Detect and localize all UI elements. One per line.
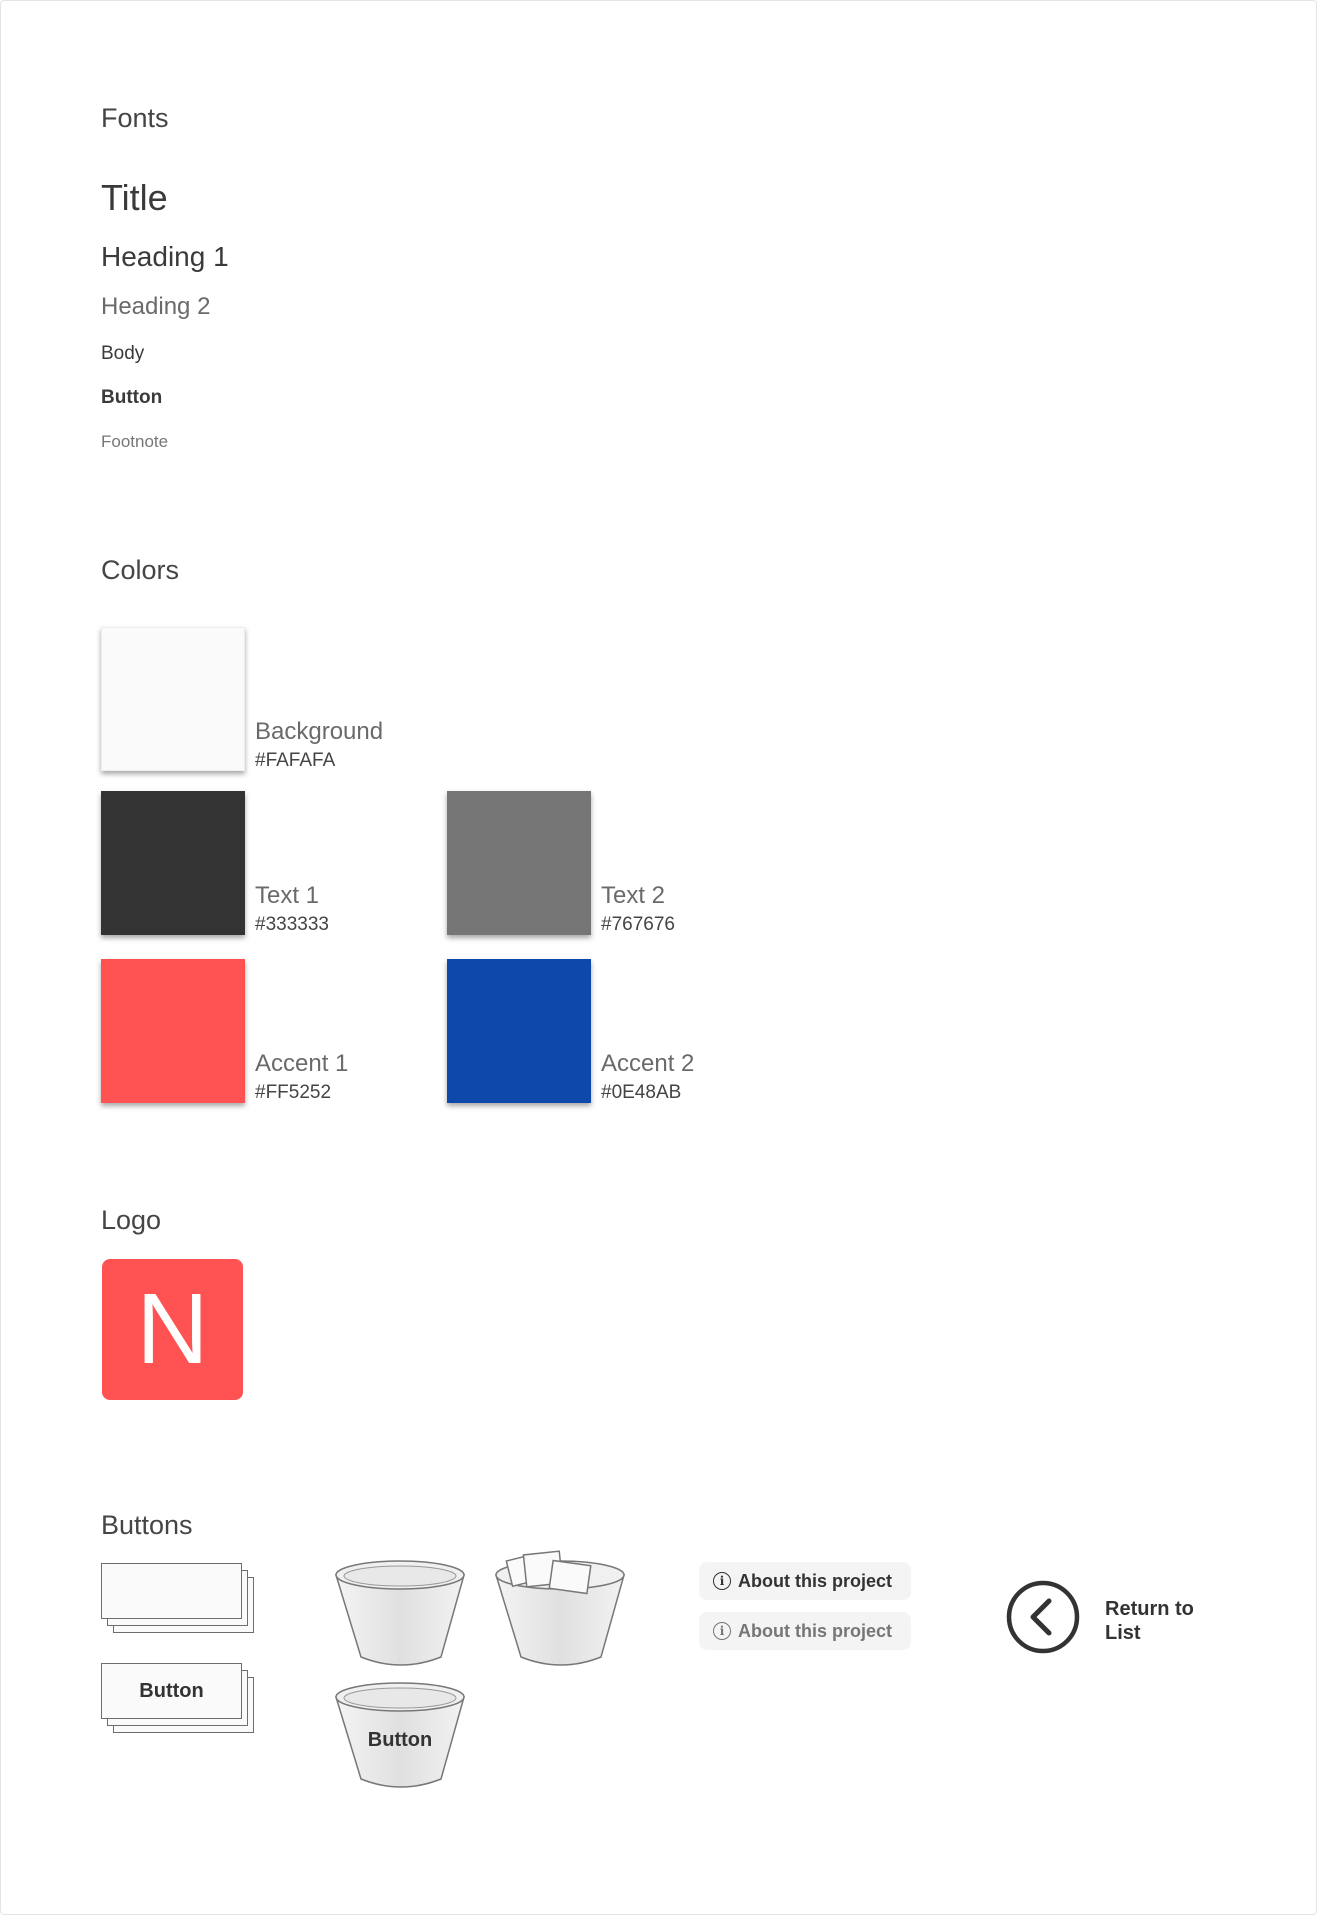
swatch-text2-name: Text 2 (601, 882, 666, 909)
stacked-button-empty[interactable] (101, 1563, 257, 1633)
font-sample-body: Body (101, 343, 145, 364)
stacked-button-label: Button (139, 1679, 204, 1702)
about-project-button-inactive[interactable]: i About this project (699, 1612, 911, 1650)
bucket-button-label: Button (367, 1728, 433, 1751)
font-sample-heading1: Heading 1 (101, 241, 229, 272)
swatch-accent1-hex: #FF5252 (255, 1082, 332, 1103)
font-sample-title: Title (101, 177, 168, 218)
back-arrow-icon (1006, 1580, 1080, 1654)
return-to-list-button[interactable]: Return to List (1005, 1579, 1205, 1655)
bucket-icon[interactable] (333, 1559, 469, 1673)
font-sample-footnote: Footnote (101, 432, 169, 451)
stack-card-front (101, 1563, 242, 1619)
swatch-background-name: Background (255, 718, 384, 745)
bucket-button[interactable]: Button (333, 1681, 469, 1795)
swatch-accent2-hex: #0E48AB (601, 1082, 682, 1103)
info-icon: i (713, 1622, 731, 1640)
buttons-section-title: Buttons (101, 1510, 193, 1540)
logo-section-title: Logo (101, 1205, 162, 1235)
fonts-section-title: Fonts (101, 103, 169, 133)
about-project-label-inactive: About this project (738, 1620, 892, 1641)
swatch-text1-hex: #333333 (255, 914, 329, 935)
swatch-text1 (101, 791, 245, 935)
brand-logo: N (102, 1259, 243, 1400)
bucket-full-icon[interactable] (493, 1549, 629, 1673)
swatch-accent1-name: Accent 1 (255, 1050, 349, 1077)
stacked-button[interactable]: Button (101, 1663, 257, 1733)
font-sample-heading2: Heading 2 (101, 293, 211, 320)
info-icon: i (713, 1572, 731, 1590)
swatch-text2-hex: #767676 (601, 914, 675, 935)
return-label-line2: List (1105, 1622, 1141, 1644)
swatch-accent2-name: Accent 2 (601, 1050, 695, 1077)
swatch-text1-name: Text 1 (255, 882, 320, 909)
about-project-label: About this project (738, 1570, 892, 1591)
style-guide-canvas: Fonts Title Heading 1 Heading 2 Body But… (0, 0, 1317, 1915)
about-project-button[interactable]: i About this project (699, 1562, 911, 1600)
swatch-accent1 (101, 959, 245, 1103)
colors-section-title: Colors (101, 555, 180, 585)
swatch-accent2 (447, 959, 591, 1103)
logo-letter: N (136, 1273, 209, 1385)
return-label-line1: Return to (1105, 1598, 1194, 1620)
swatch-text2 (447, 791, 591, 935)
swatch-background-hex: #FAFAFA (255, 750, 336, 771)
swatch-background (101, 627, 245, 771)
font-sample-button: Button (101, 387, 163, 408)
